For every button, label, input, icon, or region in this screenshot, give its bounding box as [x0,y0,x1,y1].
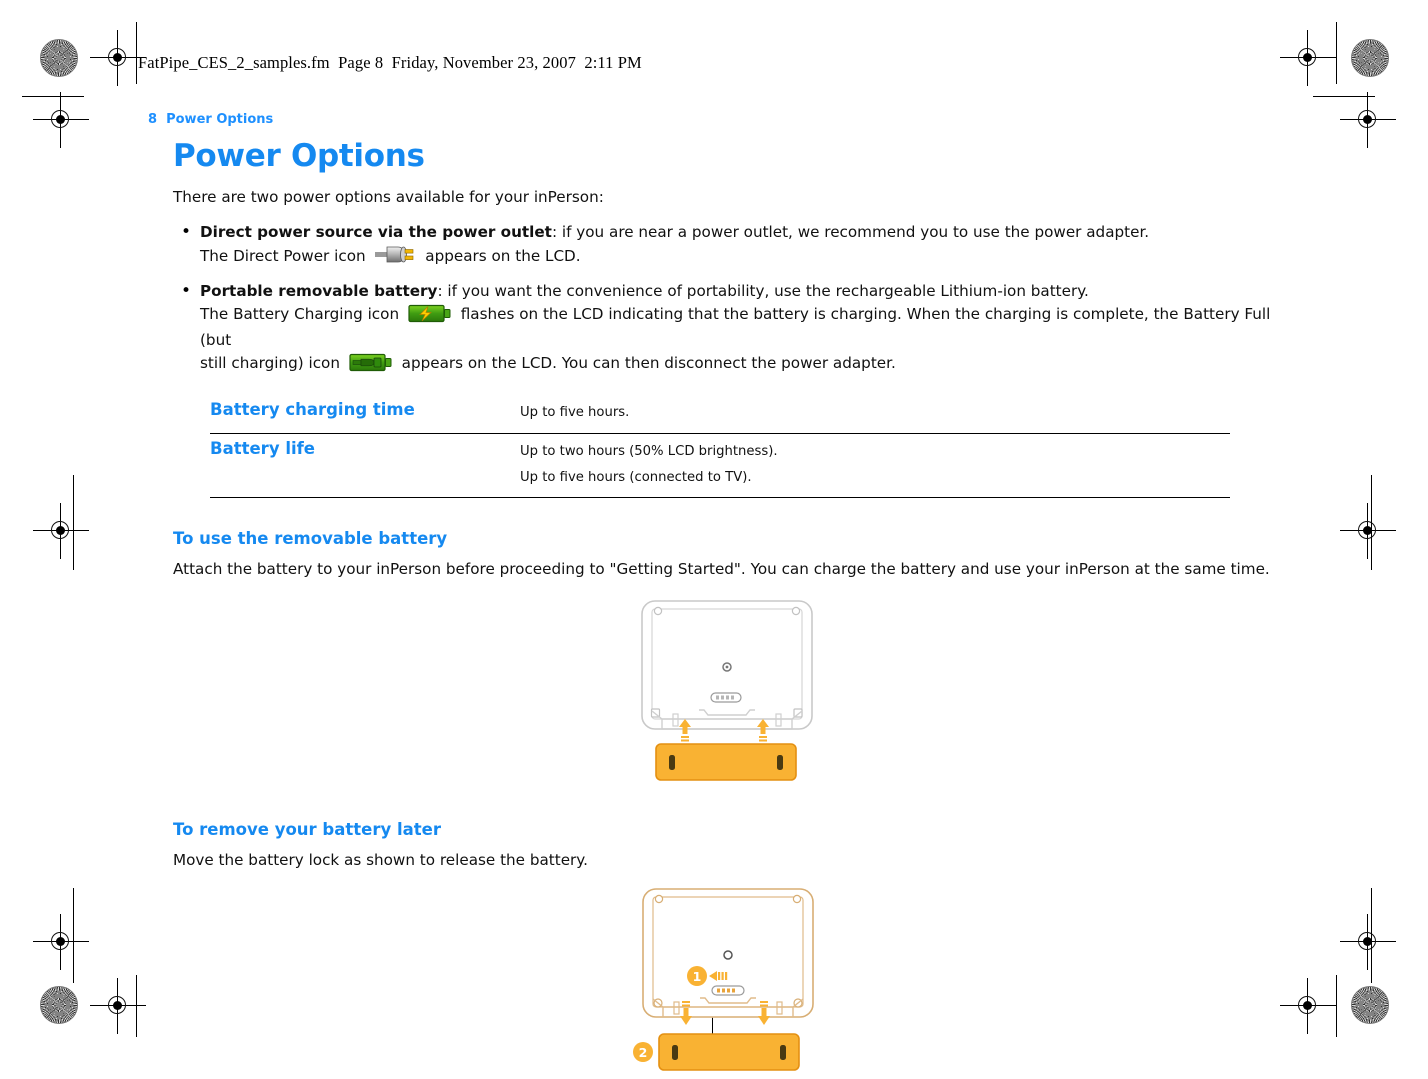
battery-charging-icon [408,304,452,330]
svg-text:1: 1 [692,969,701,984]
rosette-mark-top-right [1351,39,1389,77]
rosette-mark-top-left [40,39,78,77]
bullet-lead-portable-battery: Portable removable battery [200,282,438,301]
registration-target-right-lower [1340,914,1396,970]
table-row: Battery charging time Up to five hours. [210,395,1230,434]
direct-power-line2-before: The Direct Power icon [200,246,366,265]
running-head: 8 Power Options [148,112,274,127]
battery-spec-table: Battery charging time Up to five hours. … [210,395,1230,499]
registration-target-right-middle [1340,503,1396,559]
crop-line-right-lower-vertical [1371,888,1373,983]
battery-line3-after: appears on the LCD. You can then disconn… [401,353,896,372]
crop-line-bottom-left-vertical [136,975,138,1037]
file-stamp: FatPipe_CES_2_samples.fm Page 8 Friday, … [138,53,642,72]
attach-battery-diagram [626,597,826,789]
crop-line-top-left-vertical [136,22,138,84]
intro-paragraph: There are two power options available fo… [173,187,604,206]
battery-line3-before: still charging) icon [200,353,340,372]
spec-label-battery-life: Battery life [210,433,520,499]
list-item-portable-battery: Portable removable battery: if you want … [173,279,1278,379]
spec-value-charging-time: Up to five hours. [520,395,1230,434]
section-body-remove-battery: Move the battery lock as shown to releas… [173,850,588,869]
power-plug-icon [374,244,416,272]
spec-label-charging-time: Battery charging time [210,395,520,434]
section-heading-remove-battery: To remove your battery later [173,819,441,839]
figure-wrap-attach [173,581,1278,789]
spec-value-line: Up to five hours. [520,405,630,421]
crop-line-right-middle-vertical [1371,475,1373,570]
battery-full-charging-icon [349,353,393,379]
remove-battery-diagram: 1 2 [621,885,831,1079]
crop-line-right-upper-horizontal [1313,96,1375,98]
registration-target-right-upper [1340,92,1396,148]
rosette-mark-bottom-right [1351,986,1389,1024]
bullet-text-direct-power: : if you are near a power outlet, we rec… [551,223,1150,242]
page-content: Power Options There are two power option… [173,140,1278,1079]
direct-power-line2-after: appears on the LCD. [425,246,581,265]
crop-line-left-upper-horizontal [22,96,84,98]
crop-line-bottom-right-vertical [1336,975,1338,1037]
bullet-text-portable-battery: : if you want the convenience of portabi… [437,282,1089,301]
figure-wrap-remove: 1 2 [173,871,1278,1079]
registration-target-left-upper [33,92,89,148]
section-body-use-removable-battery: Attach the battery to your inPerson befo… [173,560,1270,579]
crop-line-left-middle-vertical [73,475,75,570]
battery-line2-before: The Battery Charging icon [200,304,400,323]
page-title: Power Options [173,138,425,174]
section-heading-use-removable-battery: To use the removable battery [173,529,448,549]
crop-line-left-lower-vertical [73,888,75,983]
rosette-mark-bottom-left [40,986,78,1024]
bullet-lead-direct-power: Direct power source via the power outlet [200,223,552,242]
table-row: Battery life Up to two hours (50% LCD br… [210,433,1230,499]
crop-line-top-right-vertical [1336,22,1338,84]
registration-target-top-left [90,30,146,86]
power-options-list: Direct power source via the power outlet… [173,220,1278,379]
spec-value-line: Up to two hours (50% LCD brightness). [520,443,778,459]
spec-value-line: Up to five hours (connected to TV). [520,469,752,485]
registration-target-top-right [1280,30,1336,86]
list-item-direct-power: Direct power source via the power outlet… [173,220,1278,272]
svg-text:2: 2 [638,1045,647,1060]
spec-value-battery-life: Up to two hours (50% LCD brightness). Up… [520,433,1230,499]
registration-target-bottom-left [90,978,146,1034]
registration-target-bottom-right [1280,978,1336,1034]
